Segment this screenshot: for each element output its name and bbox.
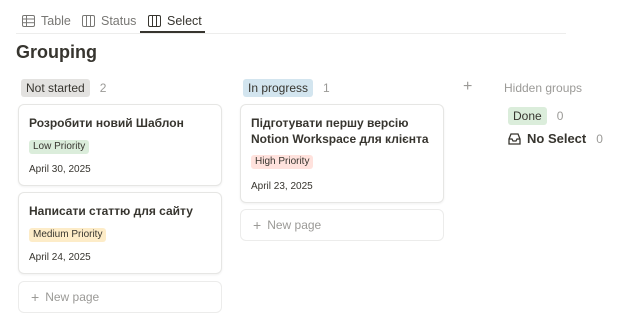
table-icon [22,15,35,27]
group-count: 0 [596,131,603,146]
hidden-groups-title: Hidden groups [504,81,583,95]
hidden-group-done[interactable]: Done 0 [508,107,563,125]
new-page-button[interactable]: + New page [18,281,222,313]
tab-status-label: Status [101,14,137,28]
group-header-not-started[interactable]: Not started 2 [21,78,106,98]
board-card[interactable]: Підготувати першу версію Notion Workspac… [240,104,444,203]
hidden-group-no-select[interactable]: No Select 0 [508,131,603,146]
tab-table-label: Table [41,14,71,28]
priority-tag: Low Priority [29,140,90,154]
group-count: 1 [323,81,330,95]
card-date: April 23, 2025 [251,181,313,192]
group-header-in-progress[interactable]: In progress 1 [243,78,330,98]
card-date: April 30, 2025 [29,164,91,175]
plus-icon: + [253,217,262,233]
board-icon [82,15,95,27]
card-title: Написати статтю для сайту [29,204,193,218]
group-label: Done [508,107,547,125]
new-page-button[interactable]: + New page [240,209,444,241]
group-count: 2 [99,81,107,95]
page-title: Grouping [16,42,97,62]
tab-select[interactable]: Select [148,10,202,32]
priority-tag: Medium Priority [29,228,107,242]
tab-status[interactable]: Status [82,10,136,32]
card-date: April 24, 2025 [29,252,91,263]
plus-icon: + [31,289,40,305]
group-label: No Select [527,131,587,146]
inbox-icon [508,132,521,145]
view-tabs: Table Status Select [16,0,566,34]
group-count: 0 [556,109,564,123]
group-label: Not started [21,79,90,97]
active-tab-indicator [140,31,205,33]
tab-select-label: Select [167,14,202,28]
group-label: In progress [243,79,314,97]
new-page-label: New page [45,290,100,304]
add-group-button[interactable]: + [463,78,472,96]
board-icon [148,15,161,27]
card-title: Розробити новий Шаблон [29,116,184,130]
board-card[interactable]: Написати статтю для сайту Medium Priorit… [18,192,222,274]
card-title: Підготувати першу версію Notion Workspac… [251,116,429,146]
priority-tag: High Priority [251,155,314,169]
tab-table[interactable]: Table [22,10,71,32]
new-page-label: New page [267,218,322,232]
board-card[interactable]: Розробити новий Шаблон Low Priority Apri… [18,104,222,186]
